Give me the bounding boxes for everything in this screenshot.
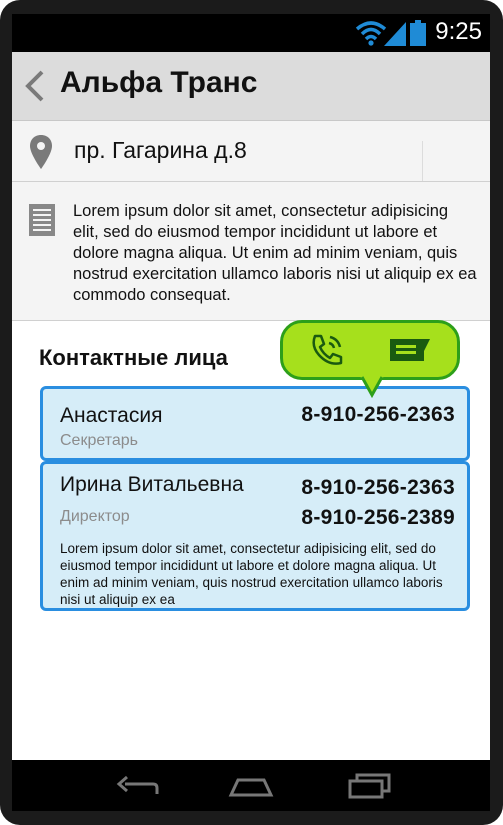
location-pin-icon (30, 135, 52, 169)
title-bar: Альфа Транс (12, 52, 490, 121)
contact-phone[interactable]: 8-910-256-2363 (301, 476, 455, 500)
phone-icon[interactable] (309, 333, 345, 367)
contact-role: Секретарь (60, 432, 138, 449)
document-icon (29, 204, 55, 236)
contact-phone[interactable]: 8-910-256-2389 (301, 506, 455, 530)
contact-role: Директор (60, 508, 130, 525)
divider (422, 141, 423, 181)
description-row: Lorem ipsum dolor sit amet, consectetur … (12, 182, 490, 321)
message-icon[interactable] (390, 339, 430, 363)
contact-card[interactable]: Ирина Витальевна Директор 8-910-256-2363… (40, 461, 470, 611)
nav-home-icon[interactable] (228, 774, 274, 798)
contact-actions-popup (280, 320, 460, 380)
nav-back-icon[interactable] (115, 772, 159, 796)
contact-name: Анастасия (60, 404, 163, 427)
company-description: Lorem ipsum dolor sit amet, consectetur … (73, 202, 477, 304)
popup-pointer (360, 376, 384, 399)
contact-note: Lorem ipsum dolor sit amet, consectetur … (60, 541, 443, 607)
nav-recent-apps-icon[interactable] (347, 771, 393, 799)
back-arrow-icon[interactable] (22, 68, 48, 104)
phone-frame: 9:25 Альфа Транс пр. Гагарина д.8 Lorem … (0, 0, 503, 825)
address-text: пр. Гагарина д.8 (74, 137, 247, 163)
status-bar: 9:25 (12, 14, 490, 52)
system-nav-bar (12, 760, 490, 811)
contact-phone[interactable]: 8-910-256-2363 (301, 403, 455, 427)
address-row[interactable]: пр. Гагарина д.8 (12, 121, 490, 182)
battery-icon (410, 20, 426, 46)
status-time: 9:25 (435, 18, 482, 45)
contacts-section-title: Контактные лица (39, 345, 228, 370)
wifi-icon (355, 21, 387, 46)
contact-card[interactable]: Анастасия Секретарь 8-910-256-2363 (40, 386, 470, 461)
contact-name: Ирина Витальевна (60, 473, 244, 496)
signal-icon (384, 22, 406, 46)
screen: 9:25 Альфа Транс пр. Гагарина д.8 Lorem … (12, 14, 490, 811)
page-title: Альфа Транс (60, 66, 258, 99)
